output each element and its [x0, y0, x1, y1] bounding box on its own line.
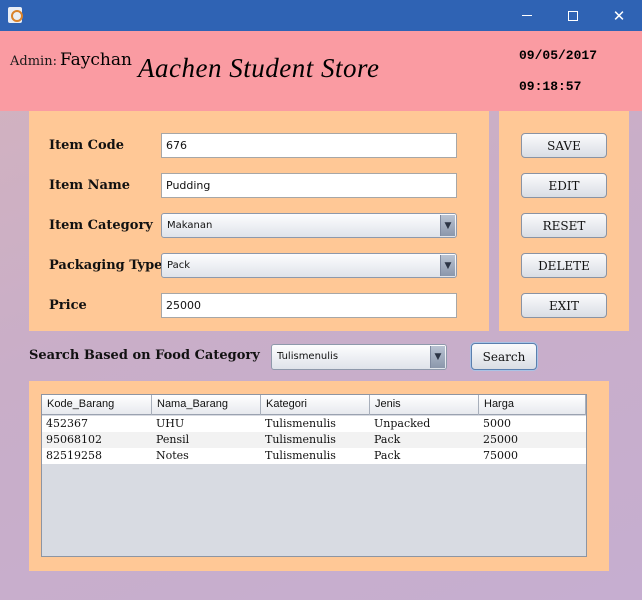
chevron-down-icon[interactable]: ▼	[440, 255, 455, 276]
cell-nama-barang: Notes	[156, 449, 189, 462]
save-button[interactable]: SAVE	[521, 133, 607, 158]
search-category-value: Tulismenulis	[277, 351, 339, 362]
cell-harga: 5000	[483, 417, 511, 430]
store-title: Aachen Student Store	[138, 53, 380, 83]
cell-kategori: Tulismenulis	[265, 433, 336, 446]
window-titlebar: ✕	[0, 0, 642, 31]
search-category-select[interactable]: Tulismenulis ▼	[271, 344, 447, 370]
cell-kategori: Tulismenulis	[265, 449, 336, 462]
cell-nama-barang: UHU	[156, 417, 185, 430]
header-banner: Admin: Faychan Aachen Student Store 09/0…	[0, 31, 642, 111]
table-row[interactable]: 82519258 Notes Tulismenulis Pack 75000	[42, 448, 586, 464]
chevron-down-icon[interactable]: ▼	[430, 346, 445, 368]
edit-button[interactable]: EDIT	[521, 173, 607, 198]
items-table[interactable]: Kode_Barang Nama_Barang Kategori Jenis H…	[41, 394, 587, 557]
table-row[interactable]: 95068102 Pensil Tulismenulis Pack 25000	[42, 432, 586, 448]
price-field[interactable]: 25000	[161, 293, 457, 318]
cell-kode-barang: 95068102	[46, 433, 102, 446]
minimize-button[interactable]	[504, 0, 550, 31]
item-category-label: Item Category	[49, 218, 153, 233]
cell-harga: 75000	[483, 449, 518, 462]
java-app-icon	[8, 7, 23, 23]
packaging-type-label: Packaging Type	[49, 258, 163, 273]
column-header-harga[interactable]: Harga	[479, 395, 586, 415]
packaging-type-value: Pack	[167, 260, 190, 271]
column-header-kategori[interactable]: Kategori	[261, 395, 370, 415]
reset-button[interactable]: RESET	[521, 213, 607, 238]
column-header-jenis[interactable]: Jenis	[370, 395, 479, 415]
table-panel: Kode_Barang Nama_Barang Kategori Jenis H…	[29, 381, 609, 571]
chevron-down-icon[interactable]: ▼	[440, 215, 455, 236]
exit-button[interactable]: EXIT	[521, 293, 607, 318]
item-category-value: Makanan	[167, 220, 213, 231]
time-display: 09:18:57	[519, 79, 582, 94]
item-name-field[interactable]: Pudding	[161, 173, 457, 198]
admin-name: Faychan	[60, 50, 132, 70]
table-row[interactable]: 452367 UHU Tulismenulis Unpacked 5000	[42, 416, 586, 432]
maximize-icon	[568, 10, 578, 21]
column-header-kode-barang[interactable]: Kode_Barang	[42, 395, 152, 415]
minimize-icon	[522, 15, 532, 16]
maximize-button[interactable]	[550, 0, 596, 31]
cell-jenis: Unpacked	[374, 417, 431, 430]
item-code-field[interactable]: 676	[161, 133, 457, 158]
packaging-type-select[interactable]: Pack ▼	[161, 253, 457, 278]
delete-button[interactable]: DELETE	[521, 253, 607, 278]
action-button-panel: SAVE EDIT RESET DELETE EXIT	[499, 111, 629, 331]
cell-jenis: Pack	[374, 449, 401, 462]
cell-nama-barang: Pensil	[156, 433, 190, 446]
cell-harga: 25000	[483, 433, 518, 446]
table-header: Kode_Barang Nama_Barang Kategori Jenis H…	[42, 395, 586, 415]
search-label: Search Based on Food Category	[29, 348, 260, 363]
close-button[interactable]: ✕	[596, 0, 642, 31]
cell-jenis: Pack	[374, 433, 401, 446]
admin-label: Admin:	[10, 54, 57, 69]
column-header-nama-barang[interactable]: Nama_Barang	[152, 395, 261, 415]
item-name-label: Item Name	[49, 178, 130, 193]
cell-kode-barang: 452367	[46, 417, 88, 430]
date-display: 09/05/2017	[519, 48, 598, 63]
item-form-panel: Item Code 676 Item Name Pudding Item Cat…	[29, 111, 489, 331]
price-label: Price	[49, 298, 87, 313]
cell-kode-barang: 82519258	[46, 449, 102, 462]
item-code-label: Item Code	[49, 138, 125, 153]
search-button[interactable]: Search	[471, 343, 537, 370]
cell-kategori: Tulismenulis	[265, 417, 336, 430]
item-category-select[interactable]: Makanan ▼	[161, 213, 457, 238]
close-icon: ✕	[612, 6, 626, 25]
